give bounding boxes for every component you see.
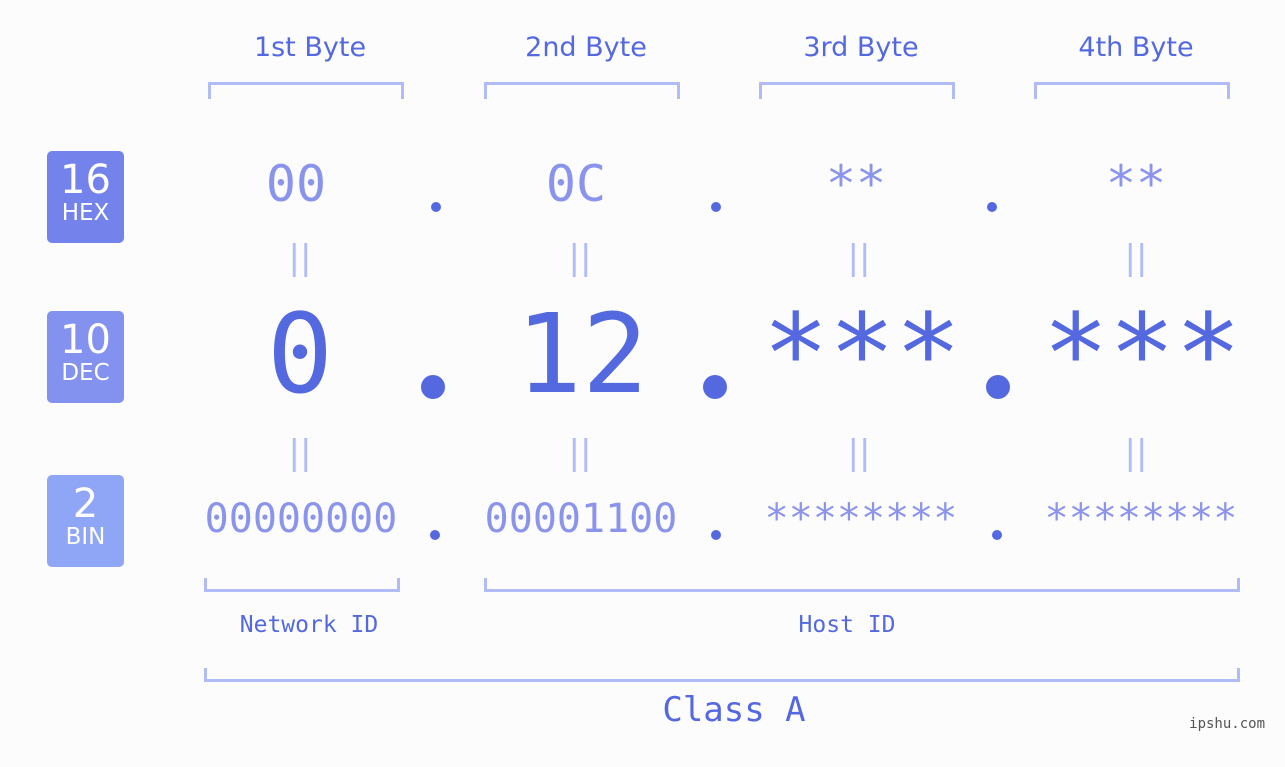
bin-badge-number: 2 — [72, 481, 99, 527]
equals-sign: || — [847, 238, 871, 278]
byte-bracket-2 — [484, 82, 680, 99]
byte-bracket-1 — [208, 82, 404, 99]
hex-badge-name: HEX — [61, 200, 110, 226]
bin-byte-1: 00000000 — [204, 496, 398, 542]
equals-sign: || — [1124, 238, 1148, 278]
network-id-bracket — [204, 578, 400, 592]
equals-sign: || — [288, 433, 312, 473]
equals-sign: || — [847, 433, 871, 473]
equals-sign: || — [568, 433, 592, 473]
class-label: Class A — [662, 690, 806, 730]
watermark: ipshu.com — [1189, 716, 1265, 732]
hex-byte-2: 0C — [545, 155, 607, 213]
host-id-label: Host ID — [798, 612, 896, 638]
bin-byte-2: 00001100 — [484, 496, 678, 542]
byte-header-1: 1st Byte — [253, 32, 367, 63]
bin-byte-3: ******** — [764, 496, 958, 542]
byte-bracket-4 — [1034, 82, 1230, 99]
bin-byte-4: ******** — [1044, 496, 1238, 542]
dec-badge: 10 DEC — [47, 311, 124, 403]
dec-byte-4: *** — [1042, 290, 1242, 418]
equals-sign: || — [568, 238, 592, 278]
bin-badge-name: BIN — [65, 524, 106, 550]
dec-badge-number: 10 — [60, 317, 111, 363]
dec-separator-dot — [986, 375, 1010, 399]
bin-badge: 2 BIN — [47, 475, 124, 567]
dec-badge-name: DEC — [61, 360, 110, 386]
hex-byte-3: ** — [825, 155, 887, 213]
bin-separator-dot — [711, 530, 721, 540]
dec-byte-3: *** — [762, 290, 962, 418]
hex-byte-4: ** — [1105, 155, 1167, 213]
byte-header-2: 2nd Byte — [525, 32, 647, 63]
bin-separator-dot — [992, 530, 1002, 540]
hex-badge: 16 HEX — [47, 151, 124, 243]
dec-separator-dot — [421, 375, 445, 399]
byte-bracket-3 — [759, 82, 955, 99]
bin-separator-dot — [430, 530, 440, 540]
hex-byte-1: 00 — [265, 155, 327, 213]
host-id-bracket — [484, 578, 1240, 592]
hex-separator-dot — [431, 202, 441, 212]
dec-separator-dot — [703, 375, 727, 399]
hex-badge-number: 16 — [60, 157, 111, 203]
dec-byte-2: 12 — [515, 290, 649, 418]
byte-header-3: 3rd Byte — [803, 32, 919, 63]
class-bracket — [204, 668, 1240, 682]
equals-sign: || — [1124, 433, 1148, 473]
equals-sign: || — [288, 238, 312, 278]
network-id-label: Network ID — [239, 612, 379, 638]
dec-byte-1: 0 — [266, 290, 334, 418]
hex-separator-dot — [987, 202, 997, 212]
byte-header-4: 4th Byte — [1078, 32, 1194, 63]
hex-separator-dot — [711, 202, 721, 212]
